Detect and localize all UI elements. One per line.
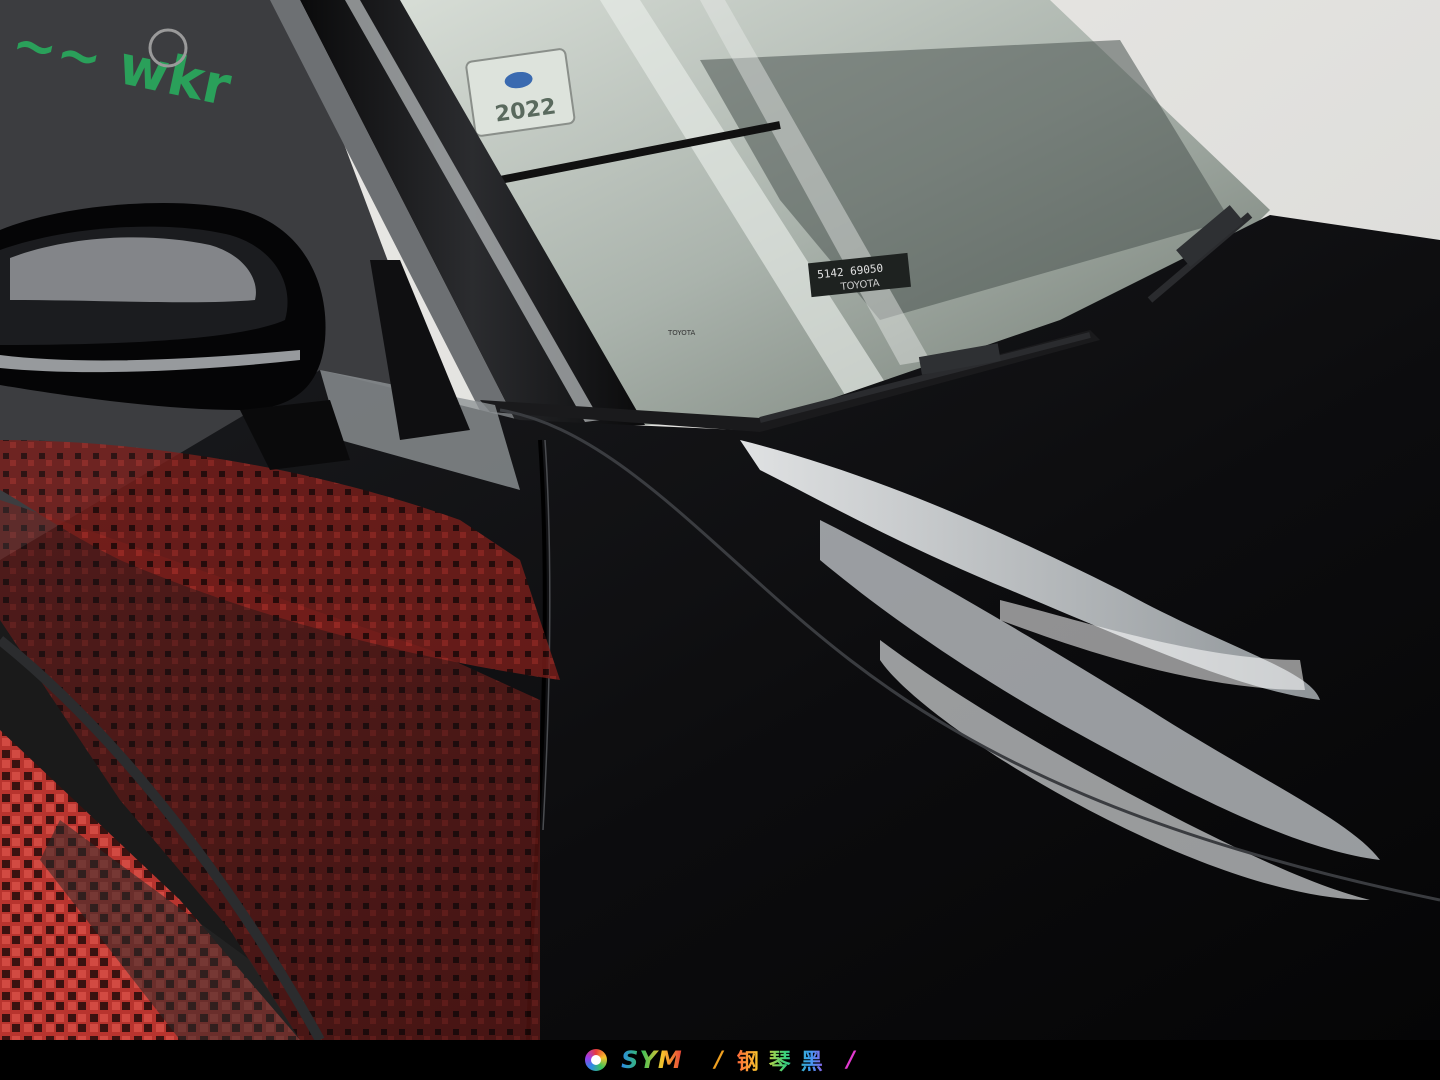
tagline: 钢琴黑	[737, 1044, 833, 1076]
windshield-sticker: 2022	[465, 48, 576, 137]
watermark-bar: SYM / 钢琴黑 /	[0, 1040, 1440, 1080]
separator-left: /	[714, 1047, 723, 1073]
brand-logo-icon	[585, 1049, 608, 1071]
glass-print: TOYOTA	[667, 329, 696, 337]
car-photo-svg: ~~ wkr 2022 5142 69050 TOYOTA TOYOTA	[0, 0, 1440, 1040]
car-photo: ~~ wkr 2022 5142 69050 TOYOTA TOYOTA	[0, 0, 1440, 1040]
brand-name: SYM	[621, 1046, 683, 1074]
separator-right: /	[846, 1047, 855, 1073]
